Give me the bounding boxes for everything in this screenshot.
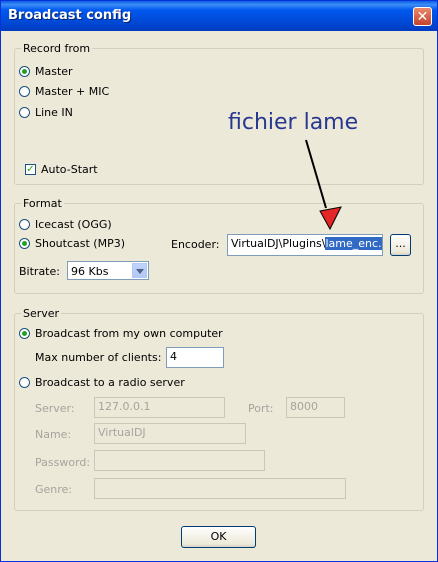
annotation-arrow-icon	[305, 139, 342, 231]
